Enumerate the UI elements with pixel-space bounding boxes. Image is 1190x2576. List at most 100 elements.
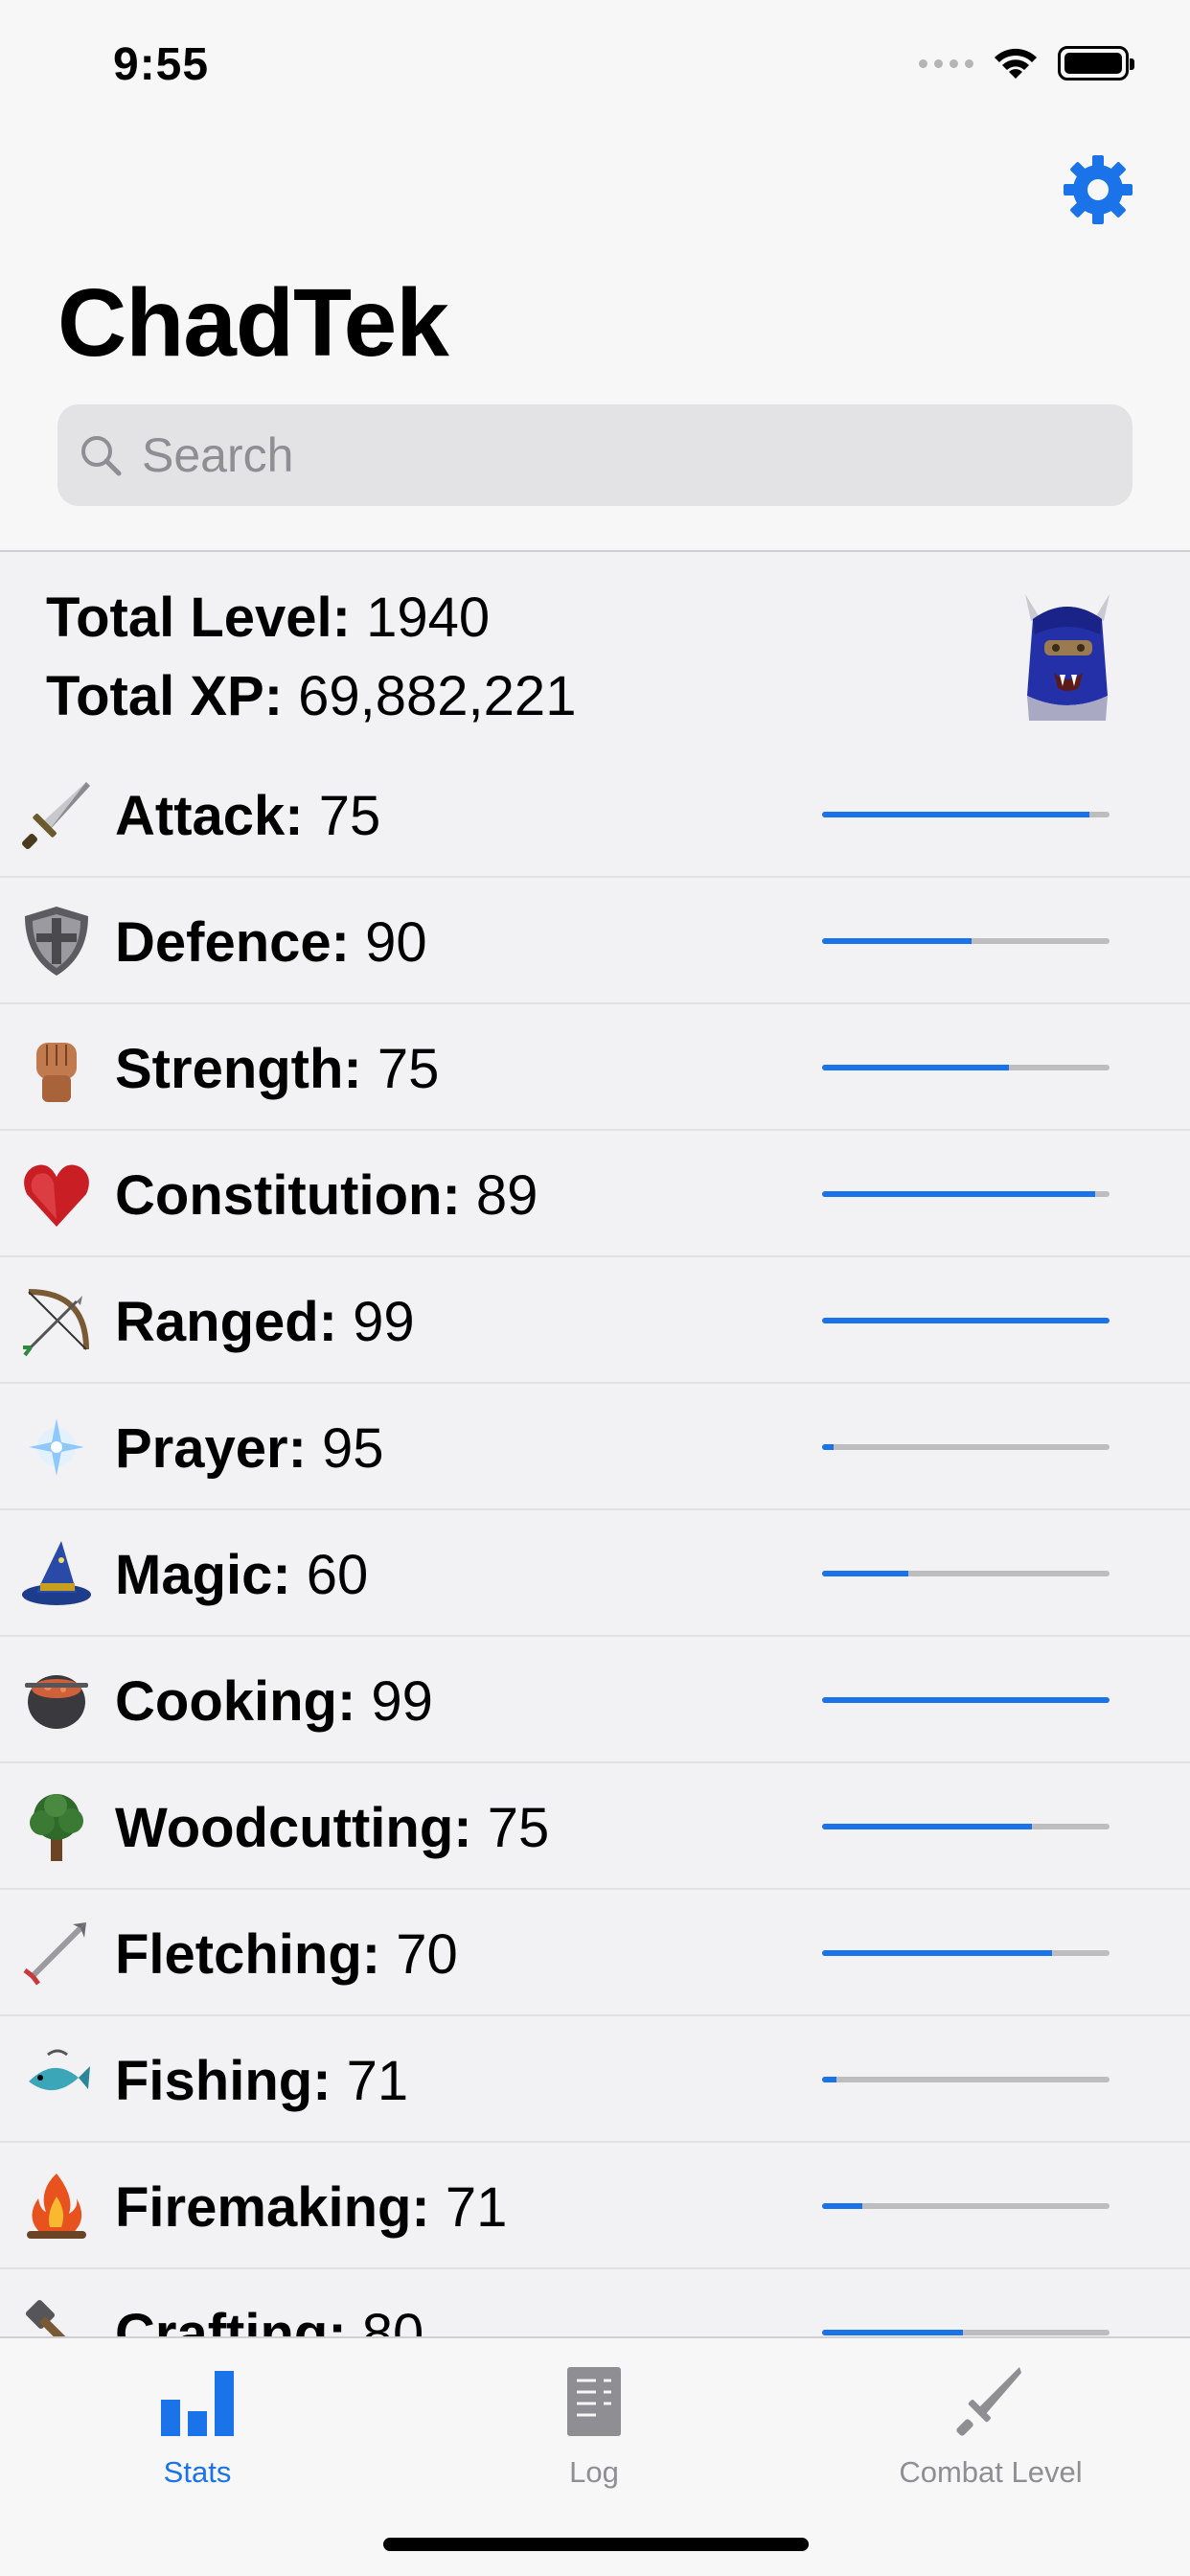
star-icon [29,1418,84,1476]
fist-icon [36,1043,77,1102]
skill-text: Defence: 90 [115,910,427,975]
skill-level: 60 [290,1544,369,1606]
skill-progress-bar [822,2077,1110,2082]
skill-progress-fill [822,1824,1032,1829]
skill-row[interactable]: Ranged: 99 [0,1257,1190,1384]
sword-icon [956,2367,1021,2436]
skill-name: Firemaking: [115,2176,430,2239]
skill-name: Attack: [115,785,304,847]
skill-progress-bar [822,2330,1110,2335]
skill-text: Attack: 75 [115,784,380,848]
skill-row[interactable]: Constitution: 89 [0,1131,1190,1257]
totals-summary: Total Level: 1940 Total XP: 69,882,221 [46,579,576,736]
skill-row[interactable]: Strength: 75 [0,1004,1190,1131]
page-title: ChadTek [57,269,449,377]
skill-row[interactable]: Attack: 75 [0,751,1190,878]
wifi-icon [995,48,1037,79]
skill-progress-bar [822,1065,1110,1070]
bow-icon [23,1289,89,1357]
skill-row[interactable]: Fishing: 71 [0,2016,1190,2143]
skill-row[interactable]: Crafting: 80 [0,2269,1190,2336]
cellular-signal-icon [919,58,973,68]
skill-level: 99 [355,1670,433,1733]
skill-name: Defence: [115,911,350,974]
wizard-hat-icon [22,1541,91,1605]
total-xp-value: 69,882,221 [283,665,577,727]
skill-name: Fletching: [115,1923,381,1986]
skill-level: 75 [303,785,381,847]
tab-combat-level[interactable]: Combat Level [847,2358,1134,2492]
skill-text: Cooking: 99 [115,1669,433,1734]
skill-text: Firemaking: 71 [115,2175,507,2240]
skill-text: Strength: 75 [115,1037,439,1101]
chisel-icon [25,2299,66,2336]
skill-progress-bar [822,1697,1110,1703]
skill-row[interactable]: Fletching: 70 [0,1890,1190,2016]
settings-gear-icon[interactable] [1062,153,1134,226]
status-time: 9:55 [113,39,210,90]
skill-progress-bar [822,1571,1110,1576]
skill-text: Prayer: 95 [115,1416,384,1481]
skill-level: 70 [380,1923,458,1986]
skill-progress-fill [822,1191,1095,1197]
skill-progress-fill [822,1950,1052,1956]
skill-row[interactable]: Prayer: 95 [0,1384,1190,1510]
tab-log[interactable]: Log [450,2358,738,2492]
skill-progress-fill [822,2330,963,2335]
skill-name: Strength: [115,1038,362,1100]
skill-text: Ranged: 99 [115,1290,415,1354]
skill-level: 95 [306,1417,384,1480]
skill-text: Woodcutting: 75 [115,1796,549,1860]
sword-icon [22,782,90,849]
skill-level: 99 [337,1291,415,1353]
log-icon [567,2367,621,2436]
search-input[interactable] [142,427,1081,483]
shield-icon [25,907,88,976]
skill-row[interactable]: Cooking: 99 [0,1637,1190,1763]
skill-progress-fill [822,812,1089,817]
skill-progress-bar [822,1318,1110,1323]
skill-name: Crafting: [115,2303,347,2336]
home-indicator [383,2538,809,2551]
skill-level: 90 [349,911,427,974]
total-xp: Total XP: 69,882,221 [46,657,576,736]
skill-row[interactable]: Woodcutting: 75 [0,1763,1190,1890]
skill-level: 80 [346,2303,424,2336]
heart-icon [24,1164,89,1227]
skill-progress-fill [822,2203,862,2209]
skill-progress-bar [822,1191,1110,1197]
skill-progress-fill [822,1065,1009,1070]
search-icon [81,436,122,476]
tab-combat-level-label: Combat Level [899,2455,1083,2489]
cooking-pot-icon [25,1675,88,1729]
skill-text: Crafting: 80 [115,2302,423,2336]
tab-stats-label: Stats [163,2455,232,2489]
total-level-label: Total Level: [46,586,351,649]
total-level: Total Level: 1940 [46,579,576,657]
total-xp-label: Total XP: [46,665,284,727]
navigation-header: 9:55 ChadTek [0,0,1190,552]
skill-name: Constitution: [115,1164,461,1227]
skill-progress-bar [822,2203,1110,2209]
skills-list[interactable]: Attack: 75 Defence: 90 Strength: 75 Constit… [0,751,1190,2336]
tab-stats[interactable]: Stats [54,2358,341,2492]
skill-progress-fill [822,1444,834,1450]
skill-progress-bar [822,812,1110,817]
skill-level: 75 [471,1797,550,1859]
skill-name: Woodcutting: [115,1797,472,1859]
total-level-value: 1940 [350,586,491,649]
skill-progress-fill [822,1318,1110,1323]
fish-icon [29,2049,90,2091]
battery-icon [1058,46,1134,80]
status-indicators [919,44,1134,82]
skill-row[interactable]: Defence: 90 [0,878,1190,1004]
tree-icon [30,1794,83,1861]
skill-progress-bar [822,1824,1110,1829]
skill-progress-fill [822,938,972,944]
search-bar[interactable] [57,404,1133,506]
skill-level: 89 [460,1164,538,1227]
skill-row[interactable]: Firemaking: 71 [0,2143,1190,2269]
skill-name: Magic: [115,1544,291,1606]
skill-progress-fill [822,2077,836,2082]
skill-row[interactable]: Magic: 60 [0,1510,1190,1637]
